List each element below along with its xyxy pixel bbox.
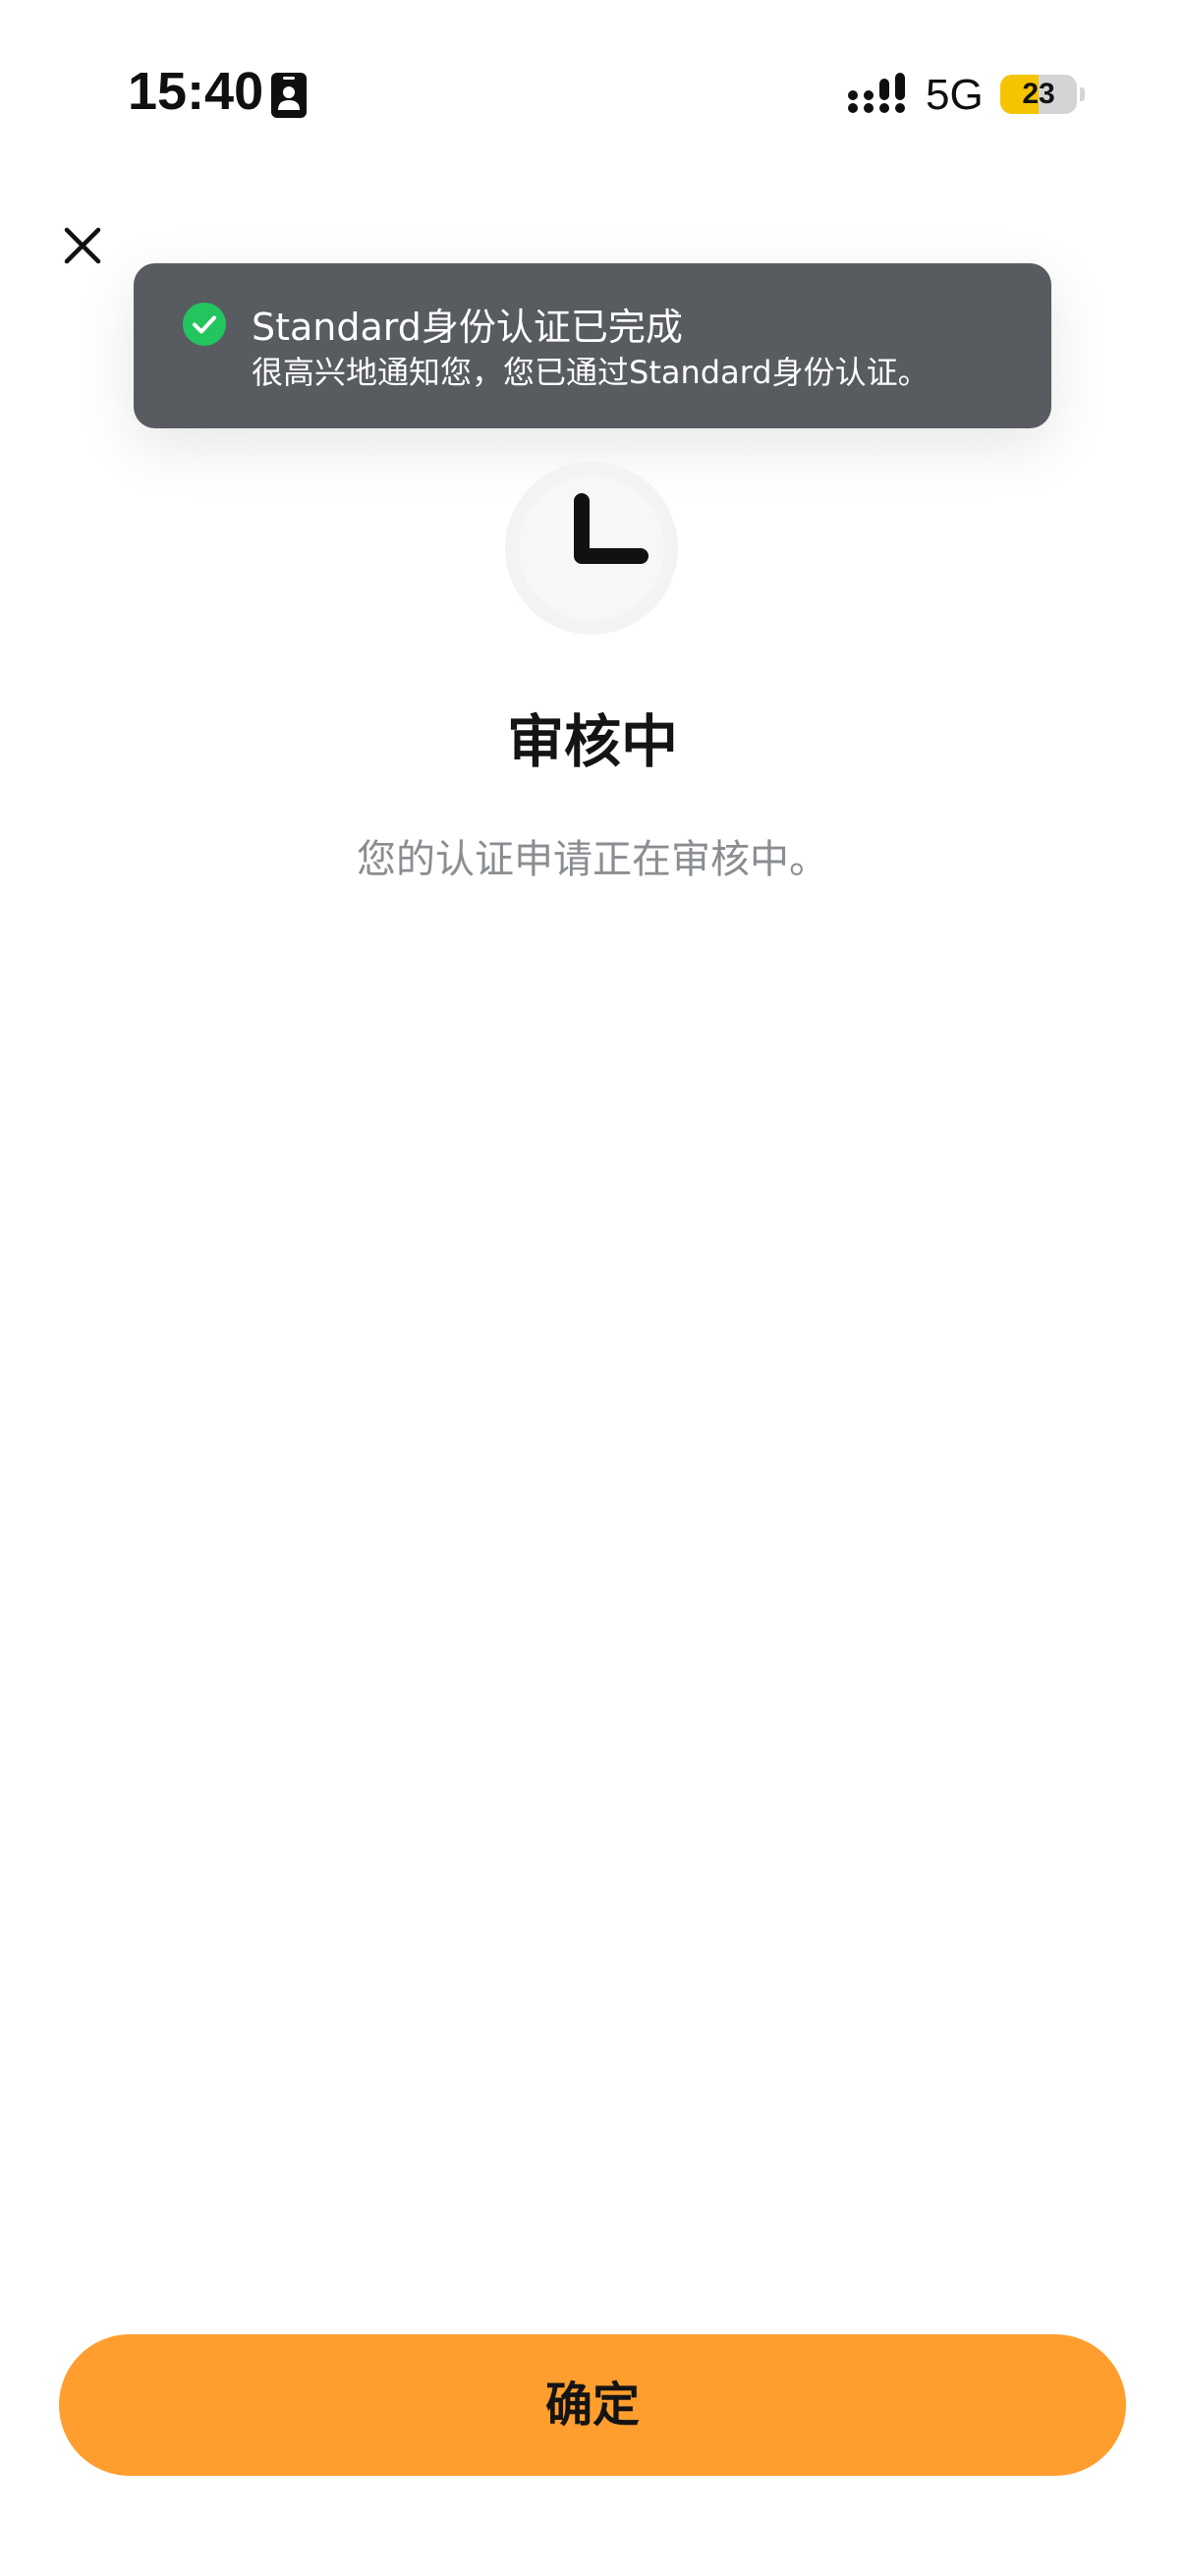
page-subtitle: 您的认证申请正在审核中。 [357,837,828,882]
confirm-button-label: 确定 [544,2380,640,2432]
confirm-button[interactable]: 确定 [59,2334,1126,2476]
check-circle-icon [183,303,226,346]
verification-toast[interactable]: Standard身份认证已完成 很高兴地通知您，您已通过Standard身份认证… [134,263,1051,428]
battery-tip [1080,87,1085,101]
network-type: 5G [926,71,984,119]
toast-message: 很高兴地通知您，您已通过Standard身份认证。 [252,354,930,391]
review-status-icon [505,462,678,635]
battery-level: 23 [1022,78,1055,110]
toast-title: Standard身份认证已完成 [252,306,683,349]
clock-icon [574,493,649,564]
id-card-icon [271,73,307,118]
close-icon[interactable] [51,214,114,277]
cellular-signal-icon [847,73,908,118]
battery-icon: 23 [1000,75,1077,114]
close-button[interactable] [51,214,114,277]
status-bar: 15:40 5G 23 [0,0,1185,196]
page-title: 审核中 [506,708,678,775]
status-time: 15:40 [128,62,264,121]
